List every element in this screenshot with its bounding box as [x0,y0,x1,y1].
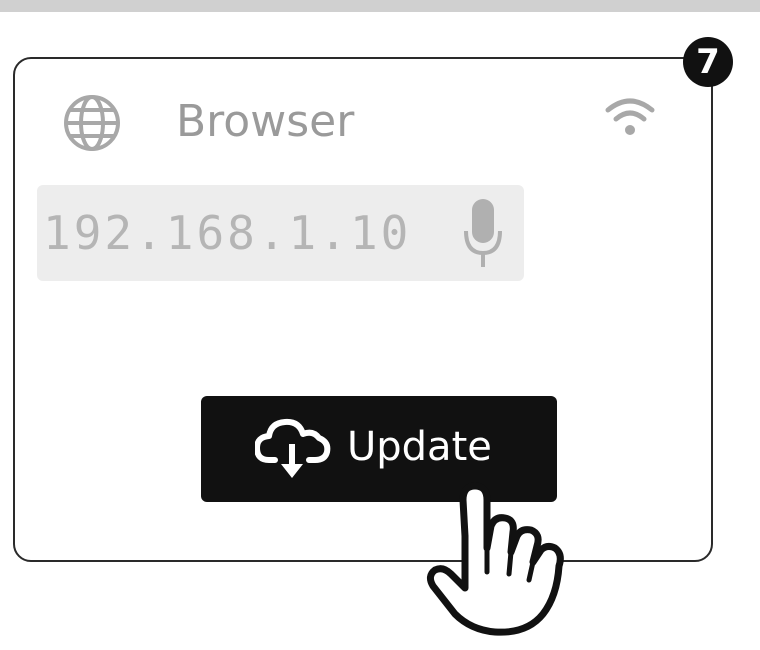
address-field-value[interactable]: 192.168.1.10 [43,205,411,261]
step-badge: 7 [683,37,733,87]
cloud-download-icon [255,418,331,478]
browser-title: Browser [176,96,355,147]
top-bar [0,0,760,12]
update-button-label: Update [347,424,492,470]
hand-pointer-icon [426,482,564,636]
globe-icon [64,95,120,151]
wifi-icon [605,98,655,135]
microphone-icon[interactable] [462,197,504,269]
